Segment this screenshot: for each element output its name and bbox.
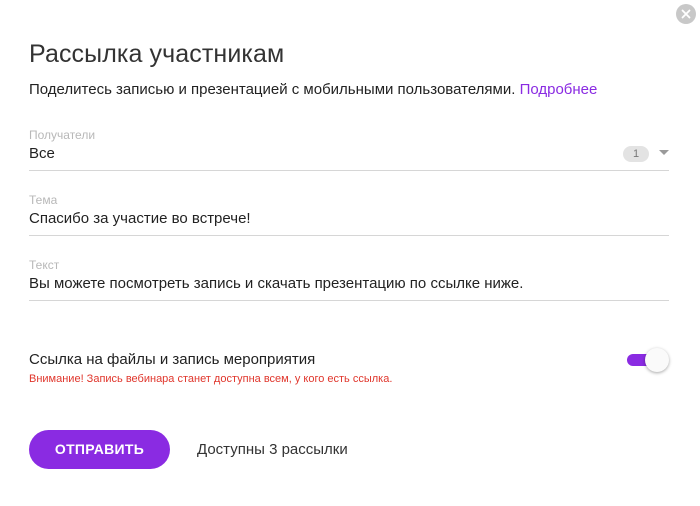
subject-field[interactable]: Тема Спасибо за участие во встрече!: [29, 193, 669, 236]
text-label: Текст: [29, 258, 60, 272]
recipients-label: Получатели: [29, 128, 96, 142]
toggle-knob: [645, 348, 669, 372]
available-mailings-text: Доступны 3 рассылки: [197, 441, 348, 458]
text-field[interactable]: Текст Вы можете посмотреть запись и скач…: [29, 258, 669, 301]
files-link-toggle[interactable]: [627, 348, 669, 372]
text-input[interactable]: Вы можете посмотреть запись и скачать пр…: [29, 274, 669, 300]
dialog-title: Рассылка участникам: [29, 40, 285, 68]
dialog-subtitle: Поделитесь записью и презентацией с моби…: [29, 81, 597, 98]
more-link[interactable]: Подробнее: [520, 81, 598, 98]
mailing-dialog: Рассылка участникам Поделитесь записью и…: [0, 0, 700, 506]
recipients-value[interactable]: Все: [29, 144, 669, 170]
recipients-count-badge: 1: [623, 146, 649, 162]
recipients-field[interactable]: Получатели Все 1: [29, 128, 669, 171]
close-button[interactable]: [676, 4, 696, 24]
subtitle-text: Поделитесь записью и презентацией с моби…: [29, 81, 516, 98]
chevron-down-icon[interactable]: [659, 150, 669, 155]
toggle-label: Ссылка на файлы и запись мероприятия: [29, 351, 316, 368]
files-link-toggle-row: Ссылка на файлы и запись мероприятия Вни…: [29, 348, 669, 385]
send-button[interactable]: ОТПРАВИТЬ: [29, 430, 170, 469]
subject-label: Тема: [29, 193, 58, 207]
close-icon: [681, 9, 691, 19]
toggle-warning: Внимание! Запись вебинара станет доступн…: [29, 373, 393, 385]
subject-input[interactable]: Спасибо за участие во встрече!: [29, 209, 669, 235]
